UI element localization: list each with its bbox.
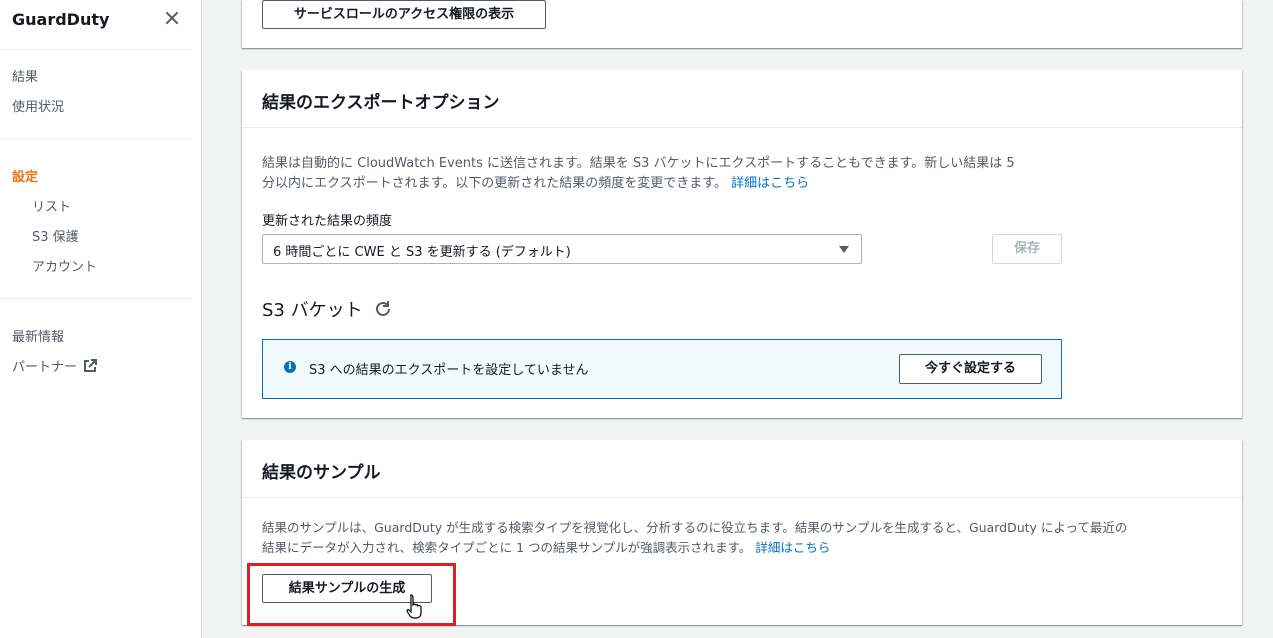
learn-more-link[interactable]: 詳細はこちら (755, 540, 830, 555)
info-message: S3 への結果のエクスポートを設定していません (309, 363, 589, 378)
divider (0, 49, 192, 50)
export-options-title: 結果のエクスポートオプション (242, 70, 1242, 128)
sample-findings-title: 結果のサンプル (242, 440, 1242, 498)
hand-cursor-icon (406, 593, 424, 623)
external-link-icon (83, 359, 98, 377)
export-description: 結果は自動的に CloudWatch Events に送信されます。結果を S3… (262, 156, 1015, 191)
sidebar: GuardDuty 結果 使用状況 設定 リスト S3 保護 アカウント 最新情… (0, 0, 202, 638)
sidebar-item-whats-new[interactable]: 最新情報 (12, 326, 64, 345)
caret-down-icon (839, 246, 849, 253)
sidebar-item-label: パートナー (12, 360, 78, 375)
highlight-box (247, 563, 456, 626)
sidebar-item-settings[interactable]: 設定 (12, 166, 38, 185)
learn-more-link[interactable]: 詳細はこちら (731, 176, 809, 191)
frequency-select-value: 6 時間ごとに CWE と S3 を更新する (デフォルト) (273, 245, 571, 260)
sidebar-item-findings[interactable]: 結果 (12, 66, 38, 85)
sidebar-item-lists[interactable]: リスト (32, 196, 71, 215)
view-service-role-button[interactable]: サービスロールのアクセス権限の表示 (262, 0, 546, 29)
sidebar-item-accounts[interactable]: アカウント (32, 256, 97, 275)
export-options-panel: 結果のエクスポートオプション 結果は自動的に CloudWatch Events… (242, 70, 1242, 418)
sidebar-title: GuardDuty (12, 10, 110, 29)
frequency-select[interactable]: 6 時間ごとに CWE と S3 を更新する (デフォルト) (262, 234, 862, 264)
divider (0, 298, 192, 299)
divider (0, 139, 192, 140)
save-button[interactable]: 保存 (992, 234, 1062, 264)
configure-now-button[interactable]: 今すぐ設定する (899, 354, 1042, 384)
frequency-label: 更新された結果の頻度 (262, 214, 393, 229)
info-icon: i (284, 361, 296, 373)
sidebar-item-s3-protection[interactable]: S3 保護 (32, 226, 79, 245)
service-role-panel: サービスロールのアクセス権限の表示 (242, 0, 1242, 48)
close-icon[interactable] (163, 9, 181, 27)
refresh-icon[interactable] (374, 300, 392, 323)
sidebar-item-partners[interactable]: パートナー (12, 356, 98, 377)
s3-export-info-box: i S3 への結果のエクスポートを設定していません 今すぐ設定する (262, 339, 1062, 399)
s3-bucket-title: S3 バケット (262, 296, 392, 323)
sidebar-item-usage[interactable]: 使用状況 (12, 96, 64, 115)
sample-description: 結果のサンプルは、GuardDuty が生成する検索タイプを視覚化し、分析するの… (262, 520, 1128, 555)
